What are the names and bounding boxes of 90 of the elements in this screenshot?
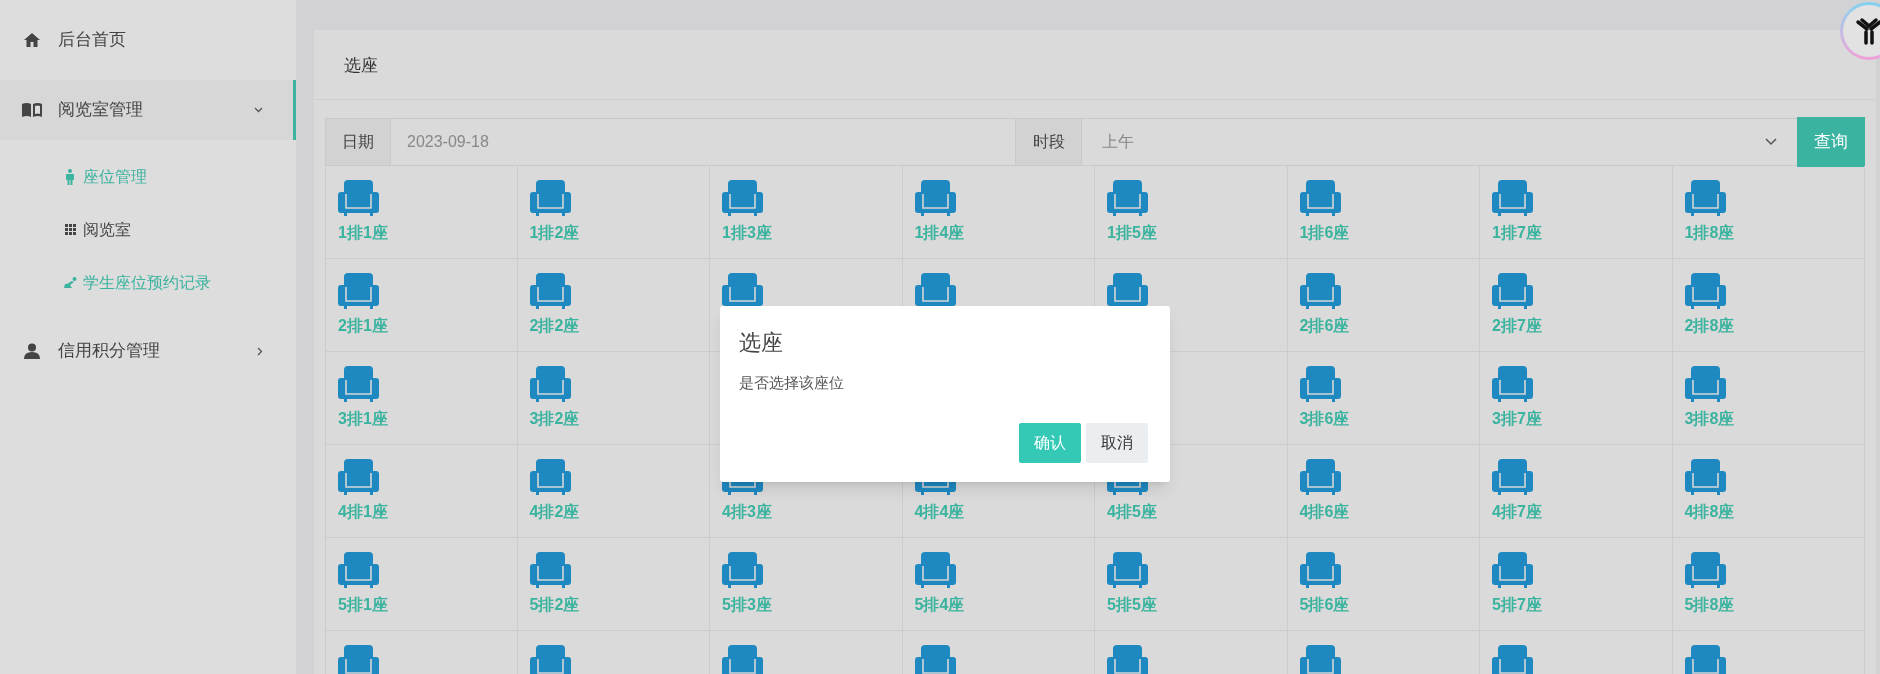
seat-label[interactable]: 4排3座 — [722, 500, 772, 524]
date-label: 日期 — [325, 118, 391, 166]
seat-label[interactable]: 1排4座 — [914, 221, 965, 245]
armchair-icon — [1492, 366, 1533, 403]
seat-label[interactable]: 2排2座 — [529, 314, 580, 338]
armchair-icon — [338, 459, 379, 496]
armchair-icon — [1107, 180, 1148, 217]
seat-label[interactable]: 5排4座 — [914, 593, 965, 617]
dialog-message: 是否选择该座位 — [739, 373, 845, 393]
armchair-icon — [338, 180, 379, 217]
armchair-icon — [1684, 180, 1726, 217]
menu-item[interactable]: 阅览室管理 — [0, 80, 296, 140]
armchair-icon — [722, 180, 763, 217]
query-button[interactable]: 查询 — [1797, 117, 1865, 167]
seat-label[interactable]: 1排2座 — [529, 221, 580, 245]
seat-label[interactable]: 1排8座 — [1684, 221, 1735, 245]
chevron-down-icon — [254, 107, 263, 113]
seat-label[interactable]: 2排1座 — [338, 314, 388, 338]
menu-item[interactable]: 后台首页 — [0, 10, 296, 70]
armchair-icon — [338, 366, 379, 403]
armchair-icon — [1684, 459, 1726, 496]
armchair-icon — [1492, 552, 1533, 589]
armchair-icon — [1492, 180, 1533, 217]
confirm-button[interactable]: 确认 — [1019, 422, 1081, 463]
seat-label[interactable]: 4排6座 — [1299, 500, 1350, 524]
armchair-icon — [529, 366, 571, 403]
period-label: 时段 — [1016, 118, 1082, 166]
armchair-icon — [1299, 273, 1341, 310]
seat-label[interactable]: 5排8座 — [1684, 593, 1735, 617]
armchair-icon — [529, 180, 571, 217]
armchair-icon — [1492, 273, 1533, 310]
seat-label[interactable]: 1排6座 — [1299, 221, 1350, 245]
armchair-icon — [1299, 366, 1341, 403]
seat-label[interactable]: 5排7座 — [1492, 593, 1542, 617]
seat-label[interactable]: 4排2座 — [529, 500, 580, 524]
runner-icon — [63, 276, 77, 289]
armchair-icon — [529, 273, 571, 310]
armchair-icon — [529, 552, 571, 589]
dialog-title: 选座 — [739, 329, 784, 357]
armchair-icon — [914, 552, 956, 589]
armchair-icon — [1299, 552, 1341, 589]
seat-label[interactable]: 3排1座 — [338, 407, 388, 431]
cancel-button[interactable]: 取消 — [1086, 422, 1148, 463]
date-field[interactable]: 2023-09-18 — [391, 118, 1016, 166]
submenu-item[interactable]: 学生座位预约记录 — [0, 256, 296, 309]
seat-label[interactable]: 4排1座 — [338, 500, 388, 524]
armchair-icon — [914, 180, 956, 217]
armchair-icon — [1684, 552, 1726, 589]
seat-label[interactable]: 5排3座 — [722, 593, 772, 617]
user-icon — [24, 343, 40, 359]
menu-item[interactable]: 信用积分管理 — [0, 321, 296, 381]
seat-label[interactable]: 1排7座 — [1492, 221, 1542, 245]
period-select[interactable]: 上午 — [1082, 118, 1797, 166]
seat-label[interactable]: 3排8座 — [1684, 407, 1735, 431]
book-icon — [21, 102, 43, 118]
seat-label[interactable]: 3排2座 — [529, 407, 580, 431]
seat-label[interactable]: 2排7座 — [1492, 314, 1542, 338]
seat-label[interactable]: 1排1座 — [338, 221, 388, 245]
grid-icon — [64, 224, 76, 235]
submenu-item[interactable]: 阅览室 — [0, 203, 296, 256]
armchair-icon — [1299, 180, 1341, 217]
seat-label[interactable]: 5排2座 — [529, 593, 580, 617]
armchair-icon — [1684, 273, 1726, 310]
seat-label[interactable]: 3排7座 — [1492, 407, 1542, 431]
seat-label[interactable]: 1排5座 — [1107, 221, 1157, 245]
seat-label[interactable]: 4排7座 — [1492, 500, 1542, 524]
armchair-icon — [1299, 459, 1341, 496]
seat-label[interactable]: 2排8座 — [1684, 314, 1735, 338]
seat-label[interactable]: 4排8座 — [1684, 500, 1735, 524]
armchair-icon — [338, 273, 379, 310]
seat-label[interactable]: 4排5座 — [1107, 500, 1157, 524]
armchair-icon — [1492, 459, 1533, 496]
person-icon — [66, 168, 74, 185]
armchair-icon — [529, 459, 571, 496]
seat-label[interactable]: 2排6座 — [1299, 314, 1350, 338]
seat-label[interactable]: 1排3座 — [722, 221, 772, 245]
card-title: 选座 — [344, 54, 378, 77]
armchair-icon — [1684, 366, 1726, 403]
seat-label[interactable]: 4排4座 — [914, 500, 965, 524]
armchair-icon — [338, 552, 379, 589]
armchair-icon — [1107, 552, 1148, 589]
seat-label[interactable]: 5排5座 — [1107, 593, 1157, 617]
armchair-icon — [722, 552, 763, 589]
seat-label[interactable]: 3排6座 — [1299, 407, 1350, 431]
chevron-right-icon — [257, 346, 263, 356]
home-icon — [23, 32, 41, 48]
seat-label[interactable]: 5排1座 — [338, 593, 388, 617]
seat-label[interactable]: 5排6座 — [1299, 593, 1350, 617]
chevron-down-icon — [1765, 138, 1777, 146]
submenu-item[interactable]: 座位管理 — [0, 150, 296, 203]
